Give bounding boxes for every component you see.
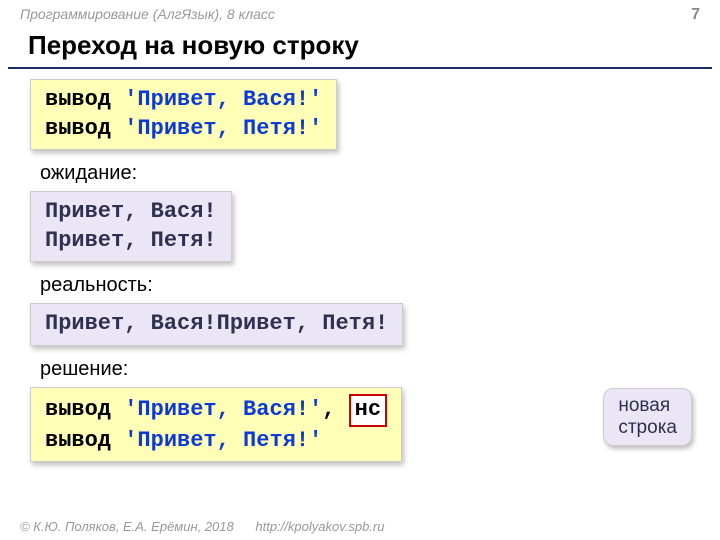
callout-line: строка — [618, 417, 677, 439]
callout-newline: новая строка — [603, 388, 692, 446]
string-literal: 'Привет, Вася!' — [124, 87, 322, 112]
string-literal: 'Привет, Петя!' — [124, 428, 322, 453]
code-line: вывод 'Привет, Вася!', нс — [45, 394, 387, 427]
slide-header: Программирование (АлгЯзык), 8 класс 7 — [0, 0, 720, 28]
keyword: вывод — [45, 87, 111, 112]
label-solution: решение: — [40, 358, 700, 381]
code-line: вывод 'Привет, Вася!' — [45, 86, 322, 115]
output-expected: Привет, Вася! Привет, Петя! — [30, 191, 232, 262]
newline-token: нс — [349, 394, 387, 427]
output-reality: Привет, Вася!Привет, Петя! — [30, 303, 403, 346]
output-line: Привет, Петя! — [45, 227, 217, 256]
label-expect: ожидание: — [40, 162, 700, 185]
keyword: вывод — [45, 397, 111, 422]
comma: , — [322, 397, 348, 422]
code-line: вывод 'Привет, Петя!' — [45, 115, 322, 144]
footer-url: http://kpolyakov.spb.ru — [255, 519, 384, 534]
output-line: Привет, Вася! — [45, 198, 217, 227]
copyright: © К.Ю. Поляков, Е.А. Ерёмин, 2018 — [20, 519, 234, 534]
slide-title: Переход на новую строку — [8, 28, 712, 69]
string-literal: 'Привет, Вася!' — [124, 397, 322, 422]
callout-line: новая — [618, 395, 677, 417]
course-name: Программирование (АлгЯзык), 8 класс — [20, 6, 275, 24]
keyword: вывод — [45, 116, 111, 141]
output-line: Привет, Вася!Привет, Петя! — [45, 311, 388, 336]
code-line: вывод 'Привет, Петя!' — [45, 427, 387, 456]
label-reality: реальность: — [40, 274, 700, 297]
code-block-2: вывод 'Привет, Вася!', нс вывод 'Привет,… — [30, 387, 402, 462]
slide-footer: © К.Ю. Поляков, Е.А. Ерёмин, 2018 http:/… — [20, 519, 384, 534]
code-block-1: вывод 'Привет, Вася!' вывод 'Привет, Пет… — [30, 79, 337, 150]
page-number: 7 — [691, 6, 700, 24]
string-literal: 'Привет, Петя!' — [124, 116, 322, 141]
keyword: вывод — [45, 428, 111, 453]
